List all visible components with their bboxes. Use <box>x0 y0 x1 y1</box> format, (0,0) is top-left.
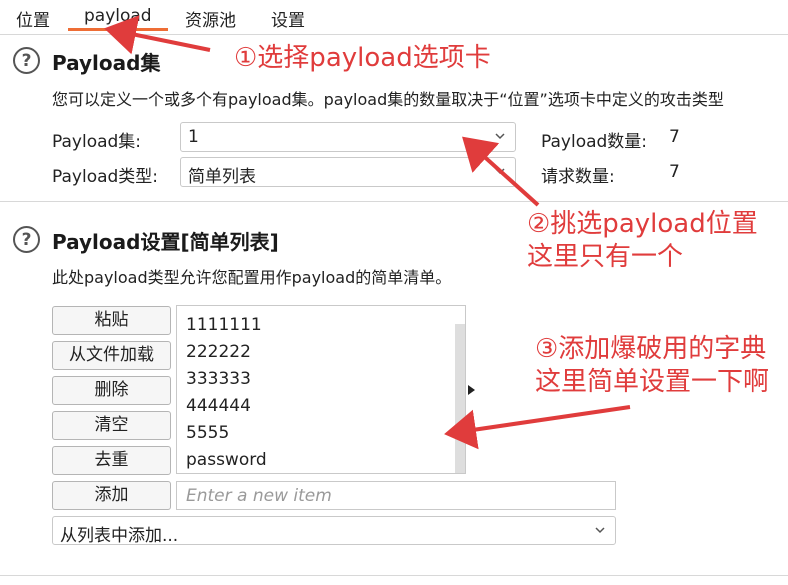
annotation-step2-line1: ②挑选payload位置 <box>527 209 758 239</box>
arrow-to-payload-list <box>444 405 631 450</box>
annotation-arrows <box>104 15 631 450</box>
annotation-step1: ①选择payload选项卡 <box>234 43 491 73</box>
arrow-to-payload-tab <box>104 15 211 55</box>
annotation-step3-line2: 这里简单设置一下啊 <box>535 367 770 397</box>
annotation-step2-line2: 这里只有一个 <box>527 242 684 272</box>
arrow-to-payload-set <box>462 136 540 207</box>
annotation-step3-line1: ③添加爆破用的字典 <box>535 334 767 364</box>
